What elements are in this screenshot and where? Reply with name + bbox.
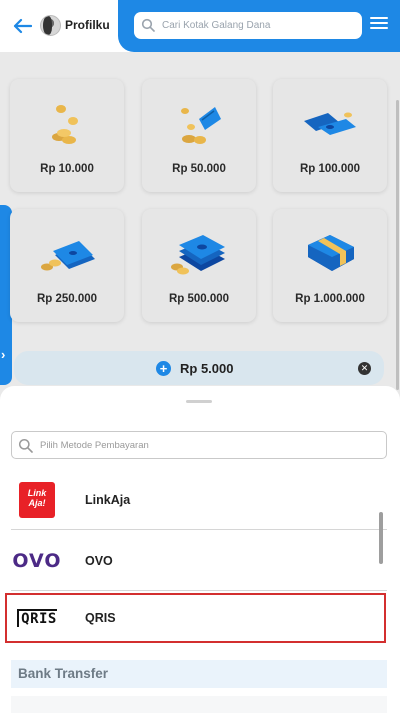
payment-option-name: LinkAja (85, 493, 131, 507)
bill-coins-icon (181, 107, 221, 144)
section-title: Bank Transfer (18, 666, 109, 681)
sheet-scrollbar[interactable] (379, 512, 383, 564)
payment-option-name: QRIS (85, 611, 116, 625)
amount-label: Rp 10.000 (40, 163, 94, 175)
amount-label: Rp 100.000 (299, 163, 361, 175)
fundraiser-search-input[interactable] (162, 16, 357, 35)
divider (11, 529, 387, 530)
money-bundle-icon (308, 235, 354, 271)
search-icon (18, 438, 33, 453)
close-icon[interactable]: ✕ (358, 362, 371, 375)
profile-link[interactable]: Profilku (65, 18, 110, 32)
bill-stack-icon (171, 235, 225, 275)
custom-amount-value: Rp 5.000 (180, 361, 234, 376)
amount-card-100000[interactable]: Rp 100.000 (273, 79, 387, 192)
amount-label: Rp 50.000 (172, 163, 226, 175)
plus-icon[interactable]: + (156, 361, 171, 376)
qris-logo: QRIS (11, 600, 63, 636)
search-icon (141, 18, 155, 32)
payment-option-linkaja[interactable]: Link Aja! LinkAja (0, 470, 387, 530)
avatar[interactable] (40, 15, 61, 36)
coins-icon (52, 105, 78, 144)
amount-label: Rp 500.000 (168, 293, 230, 305)
bills-icon (304, 112, 356, 135)
divider (11, 590, 387, 591)
payment-method-sheet: Link Aja! LinkAja OVO OVO QRIS QRIS Bank… (0, 386, 400, 713)
chevron-right-icon: › (1, 347, 6, 362)
payment-method-search[interactable] (11, 431, 387, 459)
hamburger-menu-icon[interactable] (370, 17, 388, 33)
amount-card-50000[interactable]: Rp 50.000 (142, 79, 256, 192)
amount-label: Rp 1.000.000 (295, 293, 365, 305)
amount-card-1000000[interactable]: Rp 1.000.000 (273, 209, 387, 322)
payment-option-name: OVO (85, 554, 113, 568)
custom-amount-field[interactable]: + Rp 5.000 ✕ (14, 351, 384, 385)
payment-option-ovo[interactable]: OVO OVO (0, 531, 387, 591)
back-button[interactable] (8, 12, 36, 40)
top-header: Profilku (0, 0, 400, 52)
arrow-left-icon (13, 18, 32, 34)
amount-card-500000[interactable]: Rp 500.000 (142, 209, 256, 322)
fundraiser-search[interactable] (134, 12, 362, 39)
payment-option-qris[interactable]: QRIS QRIS (0, 593, 387, 645)
linkaja-logo: Link Aja! (11, 482, 63, 518)
ovo-logo: OVO (12, 550, 62, 572)
next-list-item[interactable] (11, 696, 387, 713)
section-header-bank-transfer: Bank Transfer (11, 660, 387, 688)
payment-method-search-input[interactable] (40, 437, 380, 453)
amount-card-250000[interactable]: Rp 250.000 (10, 209, 124, 322)
sheet-drag-handle[interactable] (186, 400, 212, 403)
amount-card-10000[interactable]: Rp 10.000 (10, 79, 124, 192)
page-scrollbar[interactable] (396, 100, 399, 390)
bills-coins-icon (41, 241, 95, 271)
amount-label: Rp 250.000 (36, 293, 98, 305)
